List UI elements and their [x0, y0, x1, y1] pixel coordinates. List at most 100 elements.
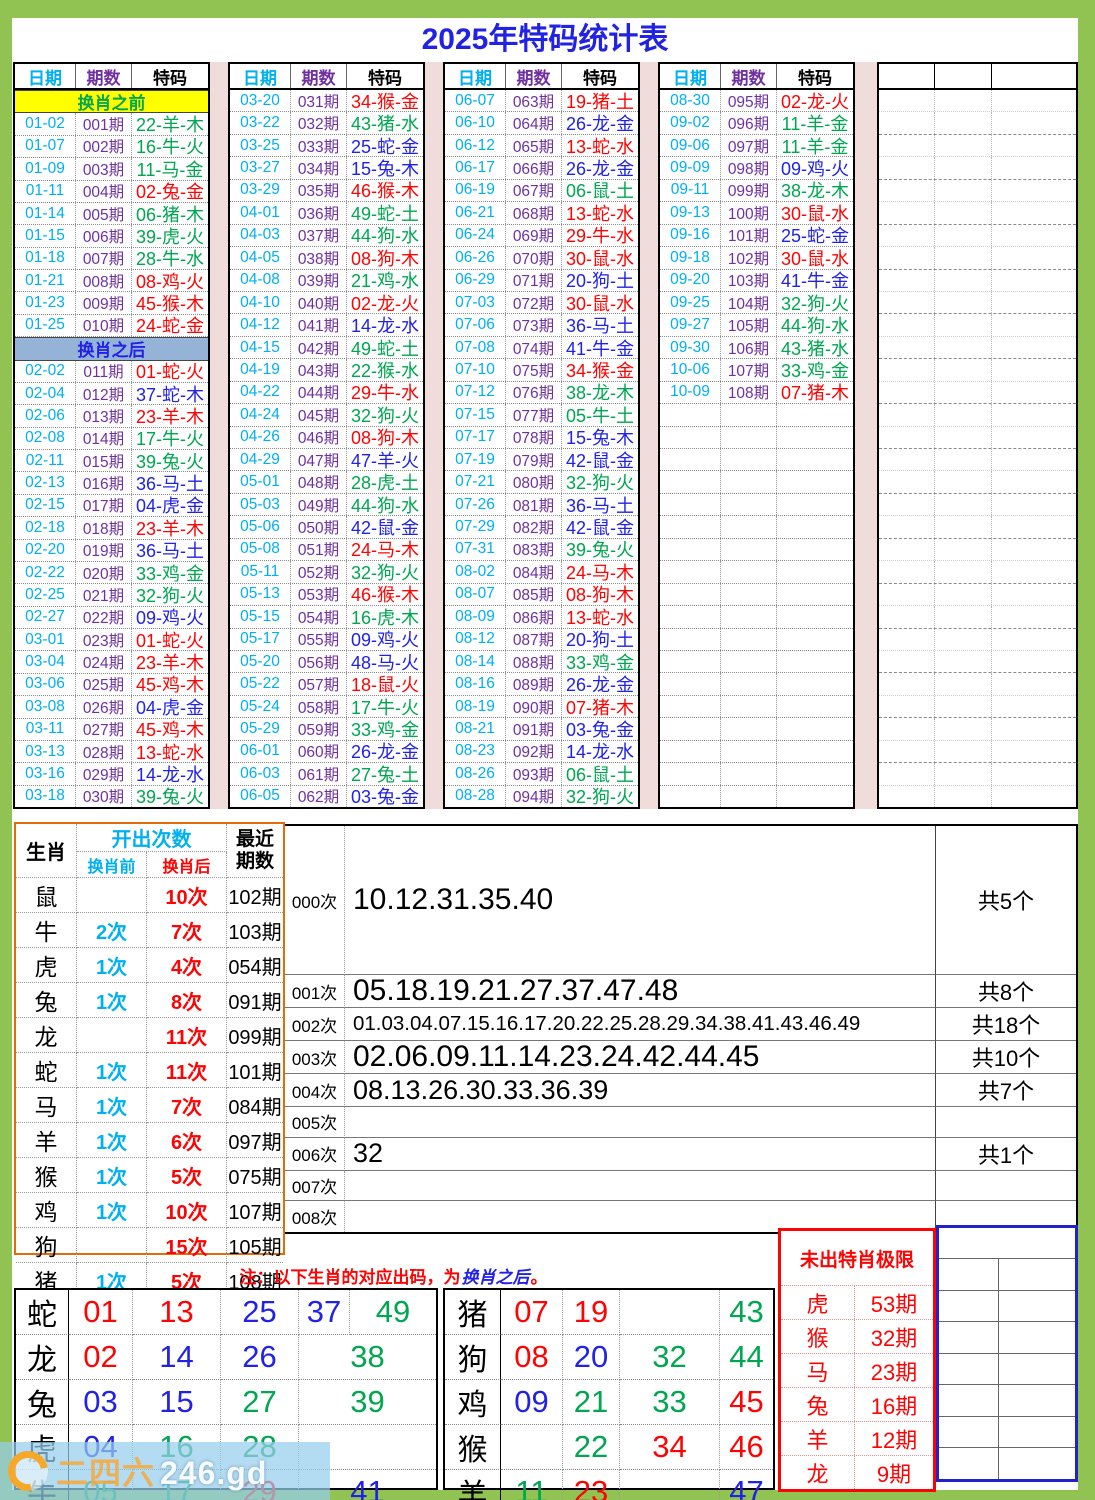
date-cell: [660, 740, 721, 763]
table-row: 06-01 060期 26-龙-金: [230, 740, 423, 764]
date-cell: 03-25: [230, 134, 291, 157]
code-cell: [777, 763, 853, 784]
band-row: 换肖之后: [15, 337, 208, 361]
code-cell: 49-蛇-土: [350, 338, 419, 359]
date-cell: 04-29: [230, 449, 291, 471]
empty-blue-row: [939, 1415, 1075, 1448]
empty-row: [879, 516, 1076, 539]
watermark-cn: 二四六: [56, 1455, 156, 1491]
date-cell: 05-22: [230, 673, 291, 695]
code-cell: 39-虎-火: [135, 226, 204, 247]
period-cell: 073期: [506, 314, 562, 336]
period-cell: 002期: [76, 135, 132, 158]
empty-cell: [879, 224, 935, 247]
map-zodiac-cell: 兔: [16, 1380, 69, 1425]
period-cell: [721, 404, 777, 426]
table-row: 09-27 105期 44-狗-水: [660, 314, 853, 337]
main-group-4: 日期 期数 特码 08-30 095期 02-龙-火 09-02 096期 11-羊-金 09-0…: [658, 62, 855, 809]
period-cell: 069期: [506, 224, 562, 247]
date-cell: 08-26: [445, 763, 506, 785]
code-cell: 34-猴-金: [350, 91, 419, 112]
date-cell: 08-02: [445, 561, 506, 583]
table-row: 02-27 022期 09-鸡-火: [15, 606, 208, 629]
code-cell: [777, 494, 853, 515]
empty-row: [879, 785, 1076, 807]
table-row: 04-10 040期 02-龙-火: [230, 291, 423, 315]
column-header: 期数: [291, 64, 347, 88]
empty-extension-grid: [877, 62, 1078, 809]
code-cell: 32-狗-火: [565, 473, 634, 494]
empty-cell: [939, 1416, 999, 1448]
empty-row: [879, 628, 1076, 651]
table-row: 02-02 011期 01-蛇-火: [15, 360, 208, 383]
before-count-cell: 1次: [77, 948, 147, 983]
table-row: 05-15 054期 16-虎-木: [230, 606, 423, 629]
code-cell: 24-马-木: [350, 540, 419, 561]
period-cell: 098期: [721, 157, 777, 179]
code-cell: 17-牛-火: [135, 429, 204, 450]
column-header: 期数: [76, 64, 132, 88]
date-cell: 08-16: [445, 673, 506, 695]
table-row: 08-26 093期 06-鼠-土: [445, 763, 638, 786]
code-cell: [777, 696, 853, 717]
empty-cell: [935, 718, 992, 740]
period-cell: [721, 426, 777, 448]
code-cell: 15-兔-木: [565, 428, 634, 449]
period-cell: 012期: [76, 382, 132, 405]
note-suffix: 。: [530, 1267, 548, 1287]
period-cell: 068期: [506, 202, 562, 224]
period-cell: 027期: [76, 718, 132, 740]
period-cell: 063期: [506, 90, 562, 112]
date-cell: 06-10: [445, 112, 506, 134]
period-cell: 033期: [291, 134, 347, 157]
freq-label-cell: 004次: [285, 1074, 345, 1107]
code-cell: 07-猪-木: [565, 697, 634, 718]
period-cell: 106期: [721, 336, 777, 359]
code-cell: 13-蛇-水: [565, 607, 634, 628]
empty-row: [879, 224, 1076, 248]
stats-header-before: 换肖前: [77, 852, 147, 878]
table-row: 07-06 073期 36-马-土: [445, 314, 638, 337]
date-cell: 05-29: [230, 718, 291, 740]
table-row: 01-21 008期 08-鸡-火: [15, 270, 208, 293]
code-cell: 44-狗-水: [350, 495, 419, 516]
limit-zodiac-cell: 羊: [781, 1422, 855, 1455]
period-cell: 029期: [76, 763, 132, 785]
watermark-url: 246.gd: [160, 1455, 268, 1491]
date-cell: 03-11: [15, 718, 76, 740]
table-row: 03-20 031期 34-猴-金: [230, 90, 423, 113]
empty-table-row: [660, 785, 853, 807]
empty-cell: [935, 538, 992, 561]
before-count-cell: 1次: [77, 1158, 147, 1193]
table-row: 03-06 025期 45-鸡-木: [15, 673, 208, 697]
empty-table-row: [660, 426, 853, 449]
period-cell: 094期: [506, 785, 562, 807]
table-row: 06-29 071期 20-狗-土: [445, 269, 638, 292]
date-cell: 08-09: [445, 606, 506, 628]
recent-period-cell: 075期: [227, 1158, 283, 1193]
empty-cell: [935, 269, 992, 291]
code-cell: 47-羊-火: [350, 450, 419, 471]
period-cell: 104期: [721, 291, 777, 314]
table-row: 08-07 085期 08-狗-木: [445, 583, 638, 607]
date-cell: [660, 606, 721, 628]
date-cell: 08-30: [660, 90, 721, 112]
freq-numbers-cell: 01.03.04.07.15.16.17.20.22.25.28.29.34.3…: [345, 1008, 936, 1041]
date-cell: 07-26: [445, 493, 506, 516]
after-count-cell: 6次: [147, 1123, 227, 1158]
period-cell: 049期: [291, 493, 347, 516]
empty-cell: [939, 1259, 999, 1290]
empty-cell: [992, 382, 1076, 403]
empty-cell: [879, 359, 935, 381]
empty-cell: [992, 494, 1076, 515]
period-cell: 092期: [506, 740, 562, 763]
limit-period-cell: 23期: [870, 1359, 918, 1385]
empty-blue-row: [939, 1321, 1075, 1353]
date-cell: 02-04: [15, 382, 76, 405]
table-row: 05-03 049期 44-狗-水: [230, 493, 423, 517]
period-cell: 102期: [721, 247, 777, 269]
stats-header-zodiac: 生肖: [16, 824, 77, 878]
empty-cell: [935, 785, 992, 807]
period-cell: 097期: [721, 134, 777, 157]
empty-cell: [992, 516, 1076, 537]
